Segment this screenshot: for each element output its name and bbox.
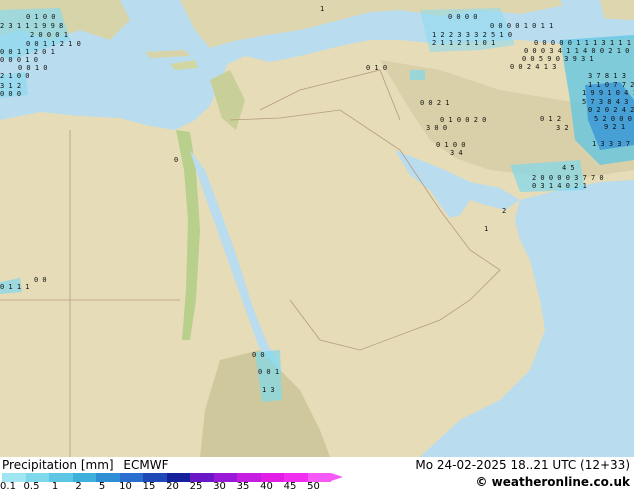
legend-arrow bbox=[331, 473, 343, 481]
precip-value: 0 bbox=[174, 156, 178, 164]
precip-value: 0 0 0 0 0 1 1 1 3 1 1 1 0 bbox=[534, 39, 634, 47]
precipitation-map: 0 1 0 0 2 3 1 1 1 9 9 8 2 0 0 0 1 0 0 1 … bbox=[0, 0, 634, 457]
legend-tick-label: 45 bbox=[283, 481, 297, 492]
precip-value: 3 2 bbox=[556, 124, 569, 132]
precip-value: 0 1 2 bbox=[540, 115, 561, 123]
precip-value: 1 9 9 1 0 4 1 bbox=[582, 89, 634, 97]
precip-value: 3 4 bbox=[450, 149, 463, 157]
title-label: Precipitation [mm] bbox=[2, 458, 114, 472]
precip-value: 2 0 0 0 1 bbox=[30, 31, 68, 39]
precip-value: 0 1 0 0 2 0 bbox=[440, 116, 486, 124]
precip-value: 0 0 bbox=[34, 276, 47, 284]
precip-value: 2 1 0 0 bbox=[0, 72, 30, 80]
legend-tick-label: 20 bbox=[166, 481, 179, 492]
legend-tick-label: 5 bbox=[98, 481, 106, 492]
precip-value: 1 1 0 7 7 2 1 bbox=[588, 81, 634, 89]
precip-value: 3 0 0 bbox=[426, 124, 447, 132]
precip-value: 0 0 2 1 bbox=[420, 99, 450, 107]
legend-tick-label: 15 bbox=[142, 481, 156, 492]
precip-value: 9 2 1 bbox=[604, 123, 625, 131]
precip-value: 0 1 0 bbox=[366, 64, 387, 72]
legend-tick-label: 1 bbox=[51, 481, 59, 492]
legend-tick-label: 2 bbox=[75, 481, 82, 492]
model-label: ECMWF bbox=[123, 458, 169, 472]
precip-patch bbox=[410, 70, 425, 80]
precip-value: 5 7 3 8 4 3 bbox=[582, 98, 628, 106]
precip-value: 0 0 1 1 2 0 1 bbox=[0, 48, 55, 56]
legend-tick-label: 30 bbox=[213, 481, 226, 492]
valid-time: Mo 24-02-2025 18..21 UTC (12+33) bbox=[415, 458, 630, 472]
precip-value: 1 3 3 3 7 9 bbox=[592, 140, 634, 148]
precip-value: 0 1 1 1 bbox=[0, 283, 30, 291]
precip-value: 0 0 1 bbox=[258, 368, 279, 376]
precip-value: 1 2 2 3 3 3 2 5 1 0 bbox=[432, 31, 512, 39]
precip-value: 3 7 8 1 3 bbox=[588, 72, 626, 80]
precip-value: 1 3 bbox=[262, 386, 275, 394]
precip-value: 1 bbox=[484, 225, 488, 233]
precip-value: 0 1 0 0 bbox=[436, 141, 466, 149]
precip-value: 0 3 1 4 0 2 1 bbox=[532, 182, 587, 190]
precip-value: 0 0 1 1 2 1 0 bbox=[26, 40, 81, 48]
precip-value: 0 0 0 0 bbox=[448, 13, 478, 21]
precip-value: 0 2 0 2 4 2 bbox=[588, 106, 634, 114]
precip-value: 5 2 0 0 0 bbox=[594, 115, 632, 123]
legend-tick-label: 25 bbox=[189, 481, 203, 492]
precip-value: 0 0 0 0 1 0 1 1 bbox=[490, 22, 553, 30]
precip-value: 1 bbox=[320, 5, 324, 13]
legend-tick-label: 0.5 bbox=[23, 481, 40, 492]
legend-tick-label: 10 bbox=[119, 481, 132, 492]
copyright: © weatheronline.co.uk bbox=[475, 475, 630, 489]
precip-value: 2 3 1 1 1 9 9 8 bbox=[0, 22, 63, 30]
precip-value: 0 0 0 bbox=[0, 90, 21, 98]
map-canvas: 0 1 0 0 2 3 1 1 1 9 9 8 2 0 0 0 1 0 0 1 … bbox=[0, 0, 634, 457]
legend-tick-label: 50 bbox=[307, 481, 320, 492]
precip-value: 2 1 1 2 1 1 0 1 bbox=[432, 39, 495, 47]
precip-value: 3 1 2 bbox=[0, 82, 21, 90]
precip-value: 2 0 0 0 0 3 7 7 0 bbox=[532, 174, 604, 182]
legend-tick-label: 40 bbox=[260, 481, 273, 492]
precip-value: 0 0 bbox=[252, 351, 265, 359]
legend-tick-label: 35 bbox=[236, 481, 250, 492]
map-title: Precipitation [mm] ECMWF bbox=[2, 458, 168, 472]
precip-value: 2 bbox=[502, 207, 506, 215]
precip-value: 0 1 0 0 bbox=[26, 13, 56, 21]
precip-value: 4 5 bbox=[562, 164, 575, 172]
legend-tick-label: 0.1 bbox=[0, 481, 16, 492]
precip-value: 0 0 1 0 bbox=[18, 64, 48, 72]
precip-value: 0 0 2 4 1 3 bbox=[510, 63, 556, 71]
precip-value: 0 0 5 9 0 3 9 3 1 bbox=[522, 55, 594, 63]
precip-value: 0 0 0 3 4 1 1 4 0 0 2 1 0 bbox=[524, 47, 629, 55]
precip-value: 0 0 0 1 0 bbox=[0, 56, 38, 64]
